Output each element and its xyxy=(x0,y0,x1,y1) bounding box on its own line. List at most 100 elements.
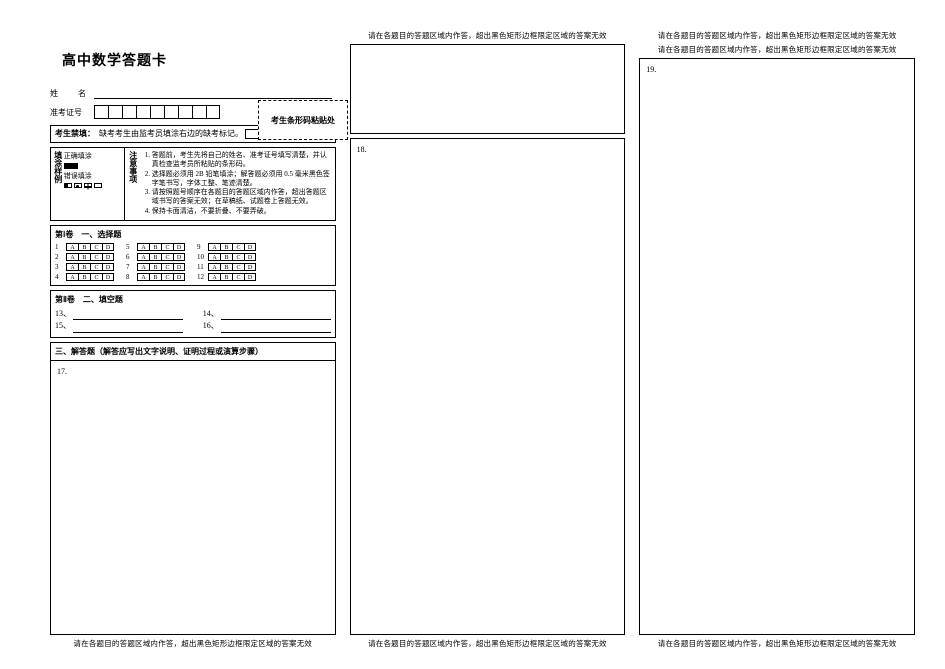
absent-head: 考生禁填： xyxy=(55,129,95,139)
mc-option[interactable]: C xyxy=(161,263,173,271)
part3-heading: 三、解答题（解答应写出文字说明、证明过程或演算步骤） xyxy=(51,343,335,361)
mc-row[interactable]: 7ABCD xyxy=(126,263,185,271)
mc-option[interactable]: C xyxy=(90,253,102,261)
mc-option[interactable]: C xyxy=(232,253,244,261)
mc-qnum: 2 xyxy=(55,253,63,261)
boundary-note-bottom: 请在各题目的答题区域内作答，超出黑色矩形边框限定区域的答案无效 xyxy=(350,638,626,649)
mc-option[interactable]: D xyxy=(173,253,185,261)
mc-option[interactable]: C xyxy=(161,253,173,261)
mc-row[interactable]: 6ABCD xyxy=(126,253,185,261)
fill-item[interactable]: 16、 xyxy=(203,320,331,333)
mc-option[interactable]: B xyxy=(149,243,161,251)
mc-option[interactable]: C xyxy=(90,243,102,251)
mc-option[interactable]: B xyxy=(220,243,232,251)
mc-option[interactable]: A xyxy=(208,273,220,281)
name-input-line[interactable] xyxy=(94,89,332,99)
fill-label: 14、 xyxy=(203,308,219,321)
fill-item[interactable]: 14、 xyxy=(203,308,331,321)
mc-option[interactable]: D xyxy=(102,253,114,261)
exam-id-boxes[interactable] xyxy=(94,105,220,119)
mc-qnum: 3 xyxy=(55,263,63,271)
mc-option[interactable]: C xyxy=(232,263,244,271)
part2-heading: 第Ⅱ卷 二、填空题 xyxy=(55,294,331,305)
mc-row[interactable]: 3ABCD xyxy=(55,263,114,271)
mc-option[interactable]: B xyxy=(149,253,161,261)
mc-option[interactable]: A xyxy=(208,253,220,261)
mc-option[interactable]: A xyxy=(137,273,149,281)
mc-option[interactable]: A xyxy=(208,263,220,271)
mc-row[interactable]: 10ABCD xyxy=(197,253,256,261)
fill-line[interactable] xyxy=(73,310,183,320)
mc-option[interactable]: B xyxy=(220,253,232,261)
q18-number: 18. xyxy=(357,145,367,154)
mc-option[interactable]: B xyxy=(149,273,161,281)
mc-option[interactable]: B xyxy=(149,263,161,271)
fill-line[interactable] xyxy=(221,323,331,333)
mc-option[interactable]: C xyxy=(232,243,244,251)
mc-option[interactable]: D xyxy=(244,273,256,281)
answer-area-18[interactable]: 18. xyxy=(350,138,626,635)
mc-qnum: 10 xyxy=(197,253,205,261)
mc-option[interactable]: A xyxy=(137,263,149,271)
mc-option[interactable]: B xyxy=(220,263,232,271)
mc-option[interactable]: C xyxy=(90,273,102,281)
mc-option[interactable]: D xyxy=(173,243,185,251)
mc-row[interactable]: 4ABCD xyxy=(55,273,114,281)
answer-area-17[interactable]: 17. xyxy=(51,361,335,634)
mc-option[interactable]: D xyxy=(173,263,185,271)
mc-option[interactable]: D xyxy=(102,243,114,251)
mc-option[interactable]: B xyxy=(78,253,90,261)
mc-option[interactable]: B xyxy=(78,263,90,271)
answer-area-19[interactable]: 19. xyxy=(639,58,915,635)
mc-option[interactable]: C xyxy=(90,263,102,271)
mc-row[interactable]: 9ABCD xyxy=(197,243,256,251)
mc-option[interactable]: C xyxy=(232,273,244,281)
mc-row[interactable]: 5ABCD xyxy=(126,243,185,251)
mc-grid[interactable]: 1ABCD2ABCD3ABCD4ABCD5ABCD6ABCD7ABCD8ABCD… xyxy=(55,243,331,281)
column-1: 高中数学答题卡 姓 名 准考证号 考生条形码粘贴处 考生禁填： 缺考考生由监考员… xyxy=(50,30,336,649)
fill-item[interactable]: 13、 xyxy=(55,308,183,321)
mc-option[interactable]: A xyxy=(137,253,149,261)
mc-option[interactable]: D xyxy=(244,253,256,261)
mc-row[interactable]: 1ABCD xyxy=(55,243,114,251)
q19-number: 19. xyxy=(646,65,656,74)
mc-option[interactable]: D xyxy=(173,273,185,281)
answer-area-17-continued[interactable] xyxy=(350,44,626,134)
page-title: 高中数学答题卡 xyxy=(62,50,336,70)
multiple-choice-panel: 第Ⅰ卷 一、选择题 1ABCD2ABCD3ABCD4ABCD5ABCD6ABCD… xyxy=(50,225,336,286)
part1-heading: 第Ⅰ卷 一、选择题 xyxy=(55,229,331,240)
mc-option[interactable]: D xyxy=(102,263,114,271)
mc-option[interactable]: B xyxy=(78,243,90,251)
instruction-item: 请按照题号顺序在各题目的答题区域内作答，超出答题区域书写的答案无效；在草稿纸、试… xyxy=(152,188,332,206)
mc-option[interactable]: C xyxy=(161,243,173,251)
mc-option[interactable]: A xyxy=(66,253,78,261)
mark-correct-icon xyxy=(64,163,78,169)
exam-id-label: 准考证号 xyxy=(50,107,94,118)
mc-option[interactable]: A xyxy=(208,243,220,251)
boundary-note-top: 请在各题目的答题区域内作答，超出黑色矩形边框限定区域的答案无效 xyxy=(350,30,626,41)
mc-row[interactable]: 12ABCD xyxy=(197,273,256,281)
name-row: 姓 名 xyxy=(50,88,336,99)
mc-row[interactable]: 11ABCD xyxy=(197,263,256,271)
q17-number: 17. xyxy=(57,367,67,376)
mc-option[interactable]: A xyxy=(66,273,78,281)
mc-row[interactable]: 2ABCD xyxy=(55,253,114,261)
mc-option[interactable]: A xyxy=(66,243,78,251)
mc-option[interactable]: B xyxy=(220,273,232,281)
mc-qnum: 8 xyxy=(126,273,134,281)
mc-option[interactable]: D xyxy=(244,243,256,251)
fill-item[interactable]: 15、 xyxy=(55,320,183,333)
instruction-item: 答题前，考生先将自己的姓名、准考证号填写清楚，并认真检查监考员所粘贴的条形码。 xyxy=(152,151,332,169)
mc-row[interactable]: 8ABCD xyxy=(126,273,185,281)
mc-option[interactable]: D xyxy=(102,273,114,281)
fill-line[interactable] xyxy=(73,323,183,333)
mc-option[interactable]: A xyxy=(66,263,78,271)
fill-grid[interactable]: 13、 14、 15、 16、 xyxy=(55,308,331,334)
mc-option[interactable]: D xyxy=(244,263,256,271)
mc-option[interactable]: A xyxy=(137,243,149,251)
absent-text: 缺考考生由监考员填涂右边的缺考标记。 xyxy=(99,129,243,138)
mc-option[interactable]: C xyxy=(161,273,173,281)
mc-option[interactable]: B xyxy=(78,273,90,281)
fill-line[interactable] xyxy=(221,310,331,320)
boundary-note-top-2: 请在各题目的答题区域内作答，超出黑色矩形边框限定区域的答案无效 xyxy=(639,44,915,55)
